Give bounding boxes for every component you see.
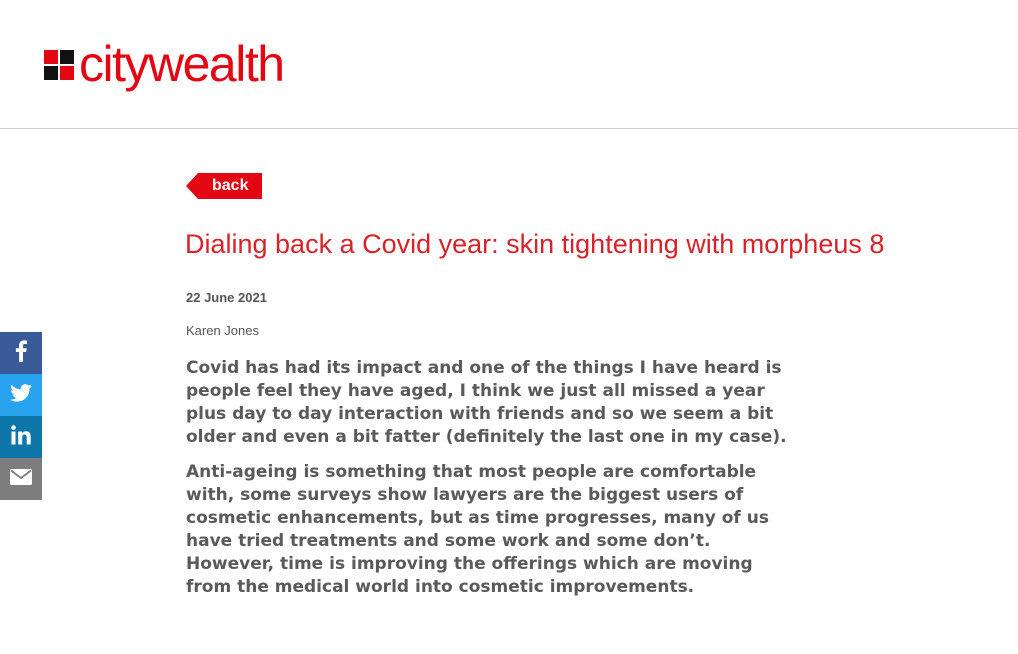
back-button[interactable]: back (186, 173, 262, 199)
email-icon (10, 469, 32, 489)
logo-mark-icon (44, 50, 74, 80)
share-linkedin-button[interactable] (0, 416, 42, 458)
article-paragraph: Anti-ageing is something that most peopl… (186, 462, 769, 597)
citywealth-logo[interactable]: citywealth (44, 36, 285, 92)
share-twitter-button[interactable] (0, 374, 42, 416)
article-date: 22 June 2021 (186, 290, 267, 305)
linkedin-icon (11, 425, 31, 449)
twitter-icon (10, 384, 32, 406)
facebook-icon (15, 340, 27, 366)
logo-wordmark: citywealth (79, 36, 285, 92)
article-body: Covid has had its impact and one of the … (186, 357, 796, 611)
site-header: citywealth (0, 0, 1018, 129)
share-email-button[interactable] (0, 458, 42, 500)
article-author: Karen Jones (186, 323, 259, 338)
article-paragraph: Covid has had its impact and one of the … (186, 358, 787, 447)
share-facebook-button[interactable] (0, 332, 42, 374)
social-share-bar (0, 332, 42, 500)
article-title: Dialing back a Covid year: skin tighteni… (185, 229, 885, 259)
